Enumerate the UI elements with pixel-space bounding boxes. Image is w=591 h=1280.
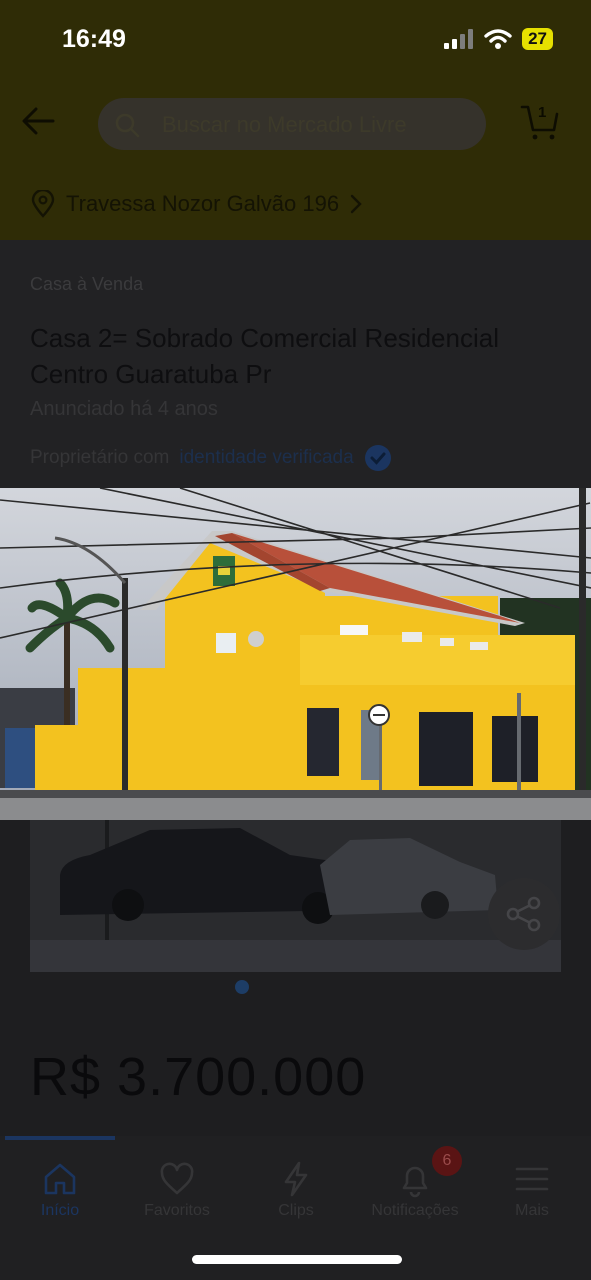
search-input[interactable]: Buscar no Mercado Livre — [98, 98, 486, 150]
share-button[interactable] — [488, 878, 560, 950]
clock: 16:49 — [62, 25, 126, 53]
location-text: Travessa Nozor Galvão 196 — [66, 191, 340, 216]
heart-icon — [160, 1162, 194, 1195]
verified-badge-icon — [364, 445, 391, 471]
active-tab-indicator — [5, 1136, 115, 1140]
tab-label: Notificações — [371, 1202, 459, 1219]
verified-highlight: identidade verificada — [179, 447, 354, 468]
back-arrow-icon[interactable] — [20, 106, 56, 136]
listing-info: Casa à Venda Casa 2= Sobrado Comercial R… — [0, 240, 591, 490]
battery-indicator: 27 — [522, 28, 553, 50]
listing-title: Casa 2= Sobrado Comercial Residencial Ce… — [30, 323, 499, 389]
search-placeholder: Buscar no Mercado Livre — [162, 112, 407, 137]
cellular-signal-icon — [444, 29, 474, 49]
listing-category: Casa à Venda — [30, 274, 144, 294]
tab-clips[interactable]: Clips — [246, 1160, 346, 1220]
verified-prefix: Proprietário com — [30, 447, 170, 468]
location-bar[interactable]: Travessa Nozor Galvão 196 — [30, 190, 363, 218]
status-bar: 16:49 27 — [0, 0, 591, 80]
tab-label: Início — [40, 1202, 80, 1219]
listing-price: R$ 3.700.000 — [30, 1047, 367, 1107]
tab-mais[interactable]: Mais — [482, 1160, 582, 1220]
location-pin-icon — [31, 190, 55, 218]
listing-posted-date: Anunciado há 4 anos — [30, 398, 218, 420]
tab-favoritos[interactable]: Favoritos — [127, 1160, 227, 1220]
carousel-dot-active[interactable] — [235, 980, 249, 994]
chevron-right-icon — [350, 194, 362, 214]
wifi-icon — [484, 29, 512, 49]
tab-label: Mais — [515, 1202, 549, 1219]
listing-photo-lower — [30, 820, 561, 972]
bell-icon — [402, 1166, 428, 1198]
tab-label: Clips — [278, 1202, 314, 1219]
status-icons: 27 — [444, 28, 553, 50]
tab-inicio[interactable]: Início — [10, 1160, 110, 1220]
clips-icon — [284, 1161, 308, 1197]
share-icon — [506, 896, 541, 932]
header: Buscar no Mercado Livre 1 Travessa Nozor… — [0, 80, 591, 240]
menu-icon — [515, 1167, 549, 1191]
home-indicator[interactable] — [192, 1255, 402, 1264]
seller-verified: Proprietário com identidade verificada — [30, 444, 392, 472]
notification-badge: 6 — [432, 1146, 462, 1176]
search-icon — [115, 113, 140, 138]
cart-count: 1 — [538, 104, 547, 121]
listing-photo[interactable] — [0, 488, 591, 820]
home-icon — [44, 1163, 76, 1195]
tab-label: Favoritos — [144, 1202, 210, 1219]
